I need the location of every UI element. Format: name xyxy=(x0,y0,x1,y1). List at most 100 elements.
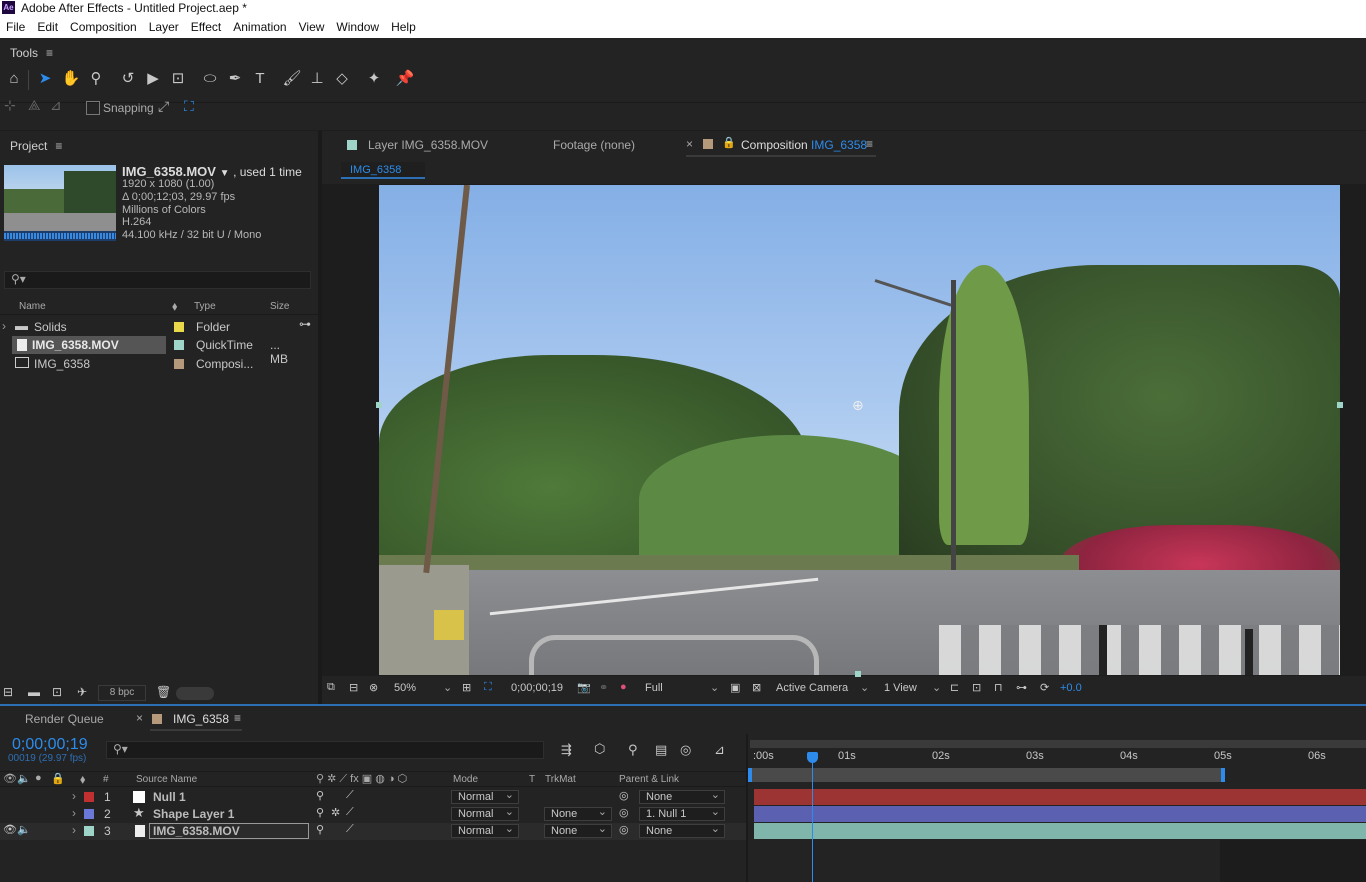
show-snapshot-icon[interactable]: ⚭ xyxy=(599,681,608,694)
parent-dropdown[interactable]: 1. Null 1 xyxy=(639,806,725,821)
list-item[interactable]: › ▬ Solids Folder ⊶ xyxy=(0,317,311,336)
graph-editor-icon[interactable]: ⊿ xyxy=(714,742,725,758)
current-time-display[interactable]: 0;00;00;19 xyxy=(12,736,88,754)
work-area-bar[interactable] xyxy=(750,768,1224,782)
hand-tool-icon[interactable]: ✋ xyxy=(60,69,82,89)
type-column-header[interactable]: Type xyxy=(194,301,216,312)
new-composition-icon[interactable]: ⊡ xyxy=(52,685,62,699)
solo-icon[interactable]: ● xyxy=(35,772,42,784)
chevron-right-icon[interactable]: › xyxy=(72,789,76,803)
menu-layer[interactable]: Layer xyxy=(143,20,185,34)
zoom-dropdown[interactable]: 50% xyxy=(394,682,416,694)
flowchart-icon[interactable]: ⊶ xyxy=(1016,681,1027,694)
num-column-header[interactable]: # xyxy=(103,774,109,785)
project-search-input[interactable]: ⚲▾ xyxy=(4,271,311,289)
shy-switch-icon[interactable]: ⚲ xyxy=(316,789,324,802)
menu-window[interactable]: Window xyxy=(330,20,385,34)
composition-frame[interactable] xyxy=(379,185,1340,675)
chevron-right-icon[interactable]: › xyxy=(72,823,76,837)
label-color-swatch[interactable] xyxy=(174,359,184,369)
blend-mode-dropdown[interactable]: Normal xyxy=(451,823,519,838)
close-icon[interactable]: × xyxy=(136,711,143,725)
mode-column-header[interactable]: Mode xyxy=(453,774,478,785)
menu-animation[interactable]: Animation xyxy=(227,20,292,34)
fast-preview-icon[interactable]: ⊡ xyxy=(972,681,981,694)
tab-timeline-comp[interactable]: IMG_6358 xyxy=(173,712,229,726)
interpret-footage-icon[interactable]: ⊟ xyxy=(3,685,13,699)
panel-menu-icon[interactable]: ≡ xyxy=(234,711,241,725)
comp-mini-flowchart-icon[interactable]: ⇶ xyxy=(561,742,572,758)
name-column-header[interactable]: Name xyxy=(19,301,46,312)
speaker-icon[interactable]: 🔈 xyxy=(17,772,31,785)
views-dropdown[interactable]: 1 View xyxy=(884,682,917,694)
trash-icon[interactable]: 🗑 xyxy=(156,685,171,699)
puppet-tool-icon[interactable]: ✦ xyxy=(363,69,385,89)
motion-blur-icon[interactable]: ◎ xyxy=(680,742,691,758)
panel-menu-icon[interactable]: ≡ xyxy=(46,46,53,60)
anchor-point-icon[interactable]: ⊕ xyxy=(852,397,864,414)
track-matte-dropdown[interactable]: None xyxy=(544,806,612,821)
color-channels-icon[interactable]: ● xyxy=(620,681,627,693)
t-column-header[interactable]: T xyxy=(529,774,535,785)
resolution-dropdown[interactable]: Full xyxy=(645,682,663,694)
list-item[interactable]: IMG_6358.MOV QuickTime ... MB xyxy=(0,336,300,366)
layer-handle[interactable] xyxy=(376,402,382,408)
tab-layer[interactable]: Layer IMG_6358.MOV xyxy=(368,138,488,152)
camera-tool-icon[interactable]: ▶ xyxy=(142,69,164,89)
menu-help[interactable]: Help xyxy=(385,20,422,34)
pick-whip-icon[interactable]: ◎ xyxy=(619,789,629,802)
eye-icon[interactable]: 👁 xyxy=(3,823,17,836)
pan-behind-tool-icon[interactable]: ⊡ xyxy=(167,69,189,89)
settings-icon[interactable]: ✈ xyxy=(77,685,87,699)
label-color-swatch[interactable] xyxy=(84,809,94,819)
toggle-pixel-aspect-icon[interactable]: ⊏ xyxy=(950,681,959,694)
quality-switch-icon[interactable]: ⟋ xyxy=(346,789,354,802)
transparency-toggle-icon[interactable]: ⊠ xyxy=(752,681,761,694)
zoom-tool-icon[interactable]: ⚲ xyxy=(85,69,107,89)
region-of-interest-icon[interactable]: ▣ xyxy=(730,681,740,694)
table-row[interactable]: 👁 🔈 › 3 IMG_6358.MOV ⚲ ⟋ Normal None ◎ N… xyxy=(0,823,746,840)
mask-visibility-icon[interactable]: ⊗ xyxy=(369,681,378,694)
switches-header-icon[interactable]: ⚲ ✲ ⟋ fx ▣ ◍ ◑ ⬡ xyxy=(316,772,407,786)
source-name-column-header[interactable]: Source Name xyxy=(136,774,197,785)
home-icon[interactable]: ⌂ xyxy=(3,69,25,89)
panel-divider[interactable] xyxy=(318,131,322,704)
shy-switch-icon[interactable]: ⚲ xyxy=(316,823,324,836)
menu-file[interactable]: File xyxy=(0,20,31,34)
shy-switch-icon[interactable]: ⚲ xyxy=(316,806,324,819)
exposure-value[interactable]: +0.0 xyxy=(1060,682,1082,694)
speaker-icon[interactable]: 🔈 xyxy=(17,823,31,836)
ellipse-tool-icon[interactable]: ⬭ xyxy=(199,69,221,89)
grid-guides-icon[interactable]: ⊞ xyxy=(462,681,471,694)
pick-whip-icon[interactable]: ◎ xyxy=(619,806,629,819)
parent-dropdown[interactable]: None xyxy=(639,789,725,804)
label-color-swatch[interactable] xyxy=(174,340,184,350)
time-navigator[interactable] xyxy=(750,740,1366,748)
label-column-tag-icon[interactable]: ⬧ xyxy=(80,772,85,787)
work-area-start-handle[interactable] xyxy=(748,768,752,782)
chevron-down-icon[interactable]: ⌄ xyxy=(932,681,941,694)
lock-icon[interactable]: 🔒 xyxy=(722,136,736,149)
roto-icon[interactable]: ⊿ xyxy=(50,97,62,114)
panel-menu-icon[interactable]: ≡ xyxy=(866,137,873,151)
quality-switch-icon[interactable]: ⟋ xyxy=(346,823,354,836)
monitor-icon[interactable]: ⊟ xyxy=(349,681,358,694)
eraser-tool-icon[interactable]: ◇ xyxy=(331,69,353,89)
label-column-tag-icon[interactable]: ⬧ xyxy=(172,299,177,314)
layer-duration-bar[interactable] xyxy=(754,806,1366,822)
label-color-swatch[interactable] xyxy=(174,322,184,332)
flowchart-icon[interactable]: ⊶ xyxy=(299,317,311,331)
layer-duration-bar[interactable] xyxy=(754,789,1366,805)
label-color-swatch[interactable] xyxy=(84,826,94,836)
blend-mode-dropdown[interactable]: Normal xyxy=(451,806,519,821)
menu-composition[interactable]: Composition xyxy=(64,20,143,34)
chevron-down-icon[interactable]: ⌄ xyxy=(710,681,719,694)
snapping-checkbox[interactable] xyxy=(86,101,100,115)
pen-tool-icon[interactable]: ✒ xyxy=(224,69,246,89)
tab-footage[interactable]: Footage (none) xyxy=(553,138,635,152)
layer-handle[interactable] xyxy=(1337,402,1343,408)
viewer-timecode[interactable]: 0;00;00;19 xyxy=(511,682,563,694)
tab-composition[interactable]: Composition IMG_6358 xyxy=(741,138,867,152)
pin-tool-icon[interactable]: 📌 xyxy=(394,69,416,89)
new-folder-icon[interactable]: ▬ xyxy=(28,685,40,699)
